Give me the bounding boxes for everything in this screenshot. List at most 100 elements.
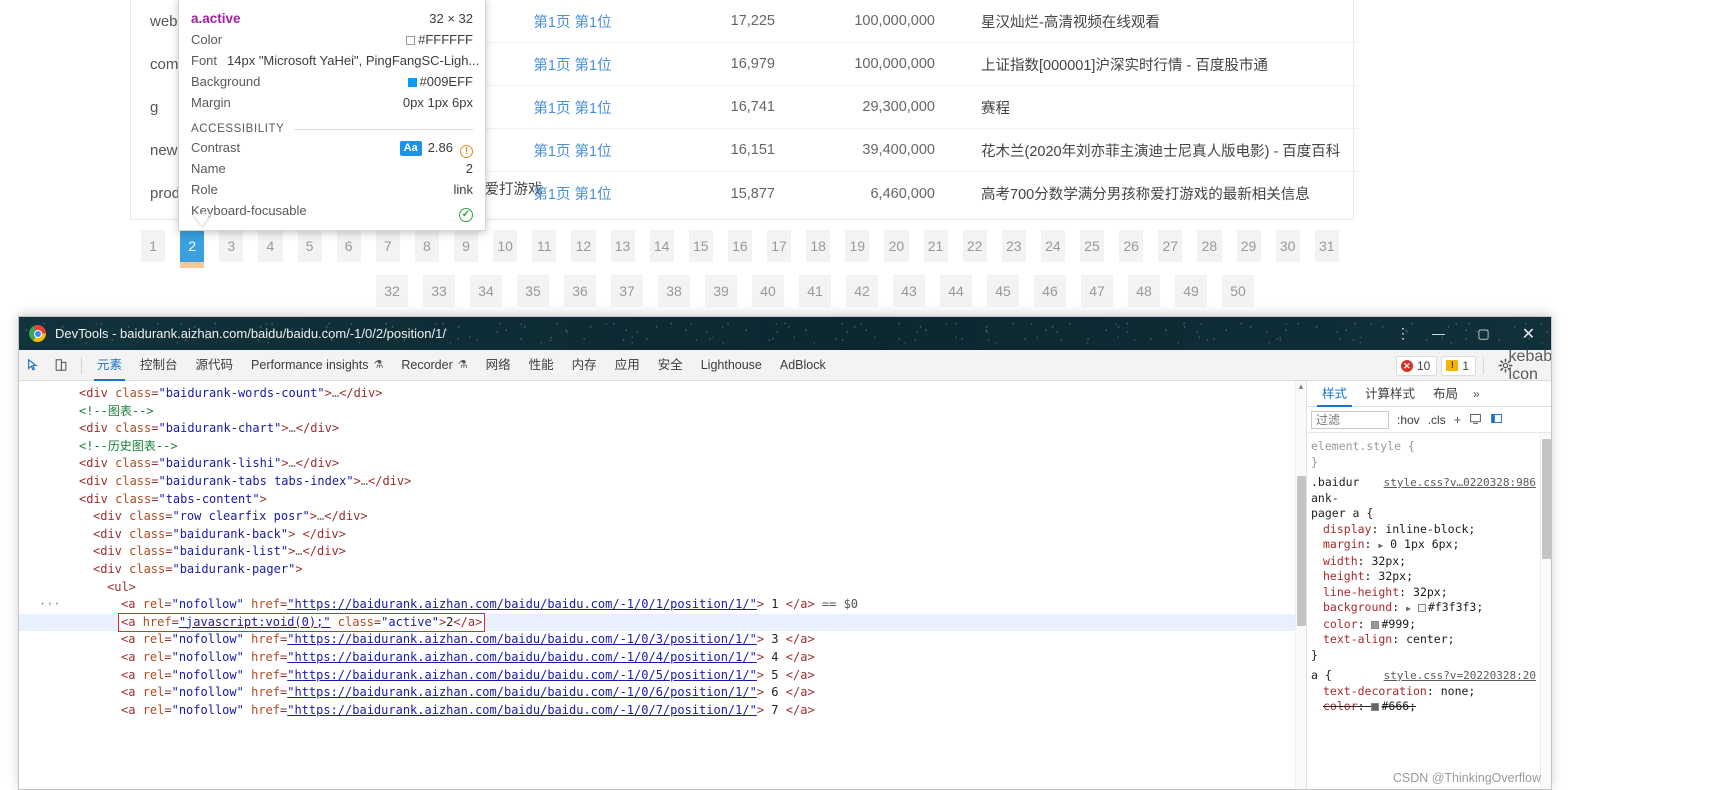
tab-layout[interactable]: 布局	[1424, 381, 1467, 407]
tab-security[interactable]: 安全	[649, 350, 692, 381]
pagination-page-42[interactable]: 42	[846, 275, 878, 307]
pagination-page-10[interactable]: 10	[493, 230, 518, 262]
dom-node[interactable]: ▶<div class="baidurank-tabs tabs-index">…	[19, 473, 1306, 491]
pagination-page-21[interactable]: 21	[923, 230, 948, 262]
pagination-page-36[interactable]: 36	[564, 275, 596, 307]
tab-console[interactable]: 控制台	[131, 350, 187, 381]
pagination-page-33[interactable]: 33	[423, 275, 455, 307]
pagination-page-13[interactable]: 13	[610, 230, 635, 262]
tab-memory[interactable]: 内存	[563, 350, 606, 381]
new-style-rule-icon[interactable]: +	[1454, 412, 1462, 427]
tab-recorder[interactable]: Recorder ⚗	[392, 350, 476, 381]
element-style-rule[interactable]: element.style { }	[1311, 437, 1540, 473]
style-rule-anchor[interactable]: style.css?v=20220328:20 a { text-decorat…	[1311, 666, 1540, 718]
cell-position[interactable]: 第1页 第1位	[480, 54, 665, 75]
css-property[interactable]: text-align: center;	[1311, 632, 1540, 648]
pagination-page-9[interactable]: 9	[454, 230, 479, 262]
devtools-title-bar[interactable]: DevTools - baidurank.aizhan.com/baidu/ba…	[19, 317, 1551, 350]
css-property[interactable]: background: ▶ #f3f3f3;	[1311, 600, 1540, 617]
css-property[interactable]: text-decoration: none;	[1311, 684, 1540, 700]
pagination-page-4[interactable]: 4	[258, 230, 283, 262]
pagination-page-17[interactable]: 17	[767, 230, 792, 262]
pagination-page-25[interactable]: 25	[1080, 230, 1105, 262]
style-source-link[interactable]: style.css?v…0220328:986	[1384, 475, 1536, 491]
dom-node-selected[interactable]: <a href="javascript:void(0);" class="act…	[19, 612, 1306, 633]
tab-elements[interactable]: 元素	[88, 350, 131, 381]
pagination-page-16[interactable]: 16	[727, 230, 752, 262]
scroll-thumb[interactable]	[1297, 476, 1306, 626]
tab-performance-insights[interactable]: Performance insights ⚗	[242, 350, 392, 381]
pagination-page-5[interactable]: 5	[297, 230, 322, 262]
pagination-page-35[interactable]: 35	[517, 275, 549, 307]
dom-node[interactable]: ▶<div class="baidurank-lishi">…</div>	[19, 455, 1306, 473]
style-rule-pager-anchor[interactable]: style.css?v…0220328:986 .baidur ank- pag…	[1311, 473, 1540, 666]
tab-lighthouse[interactable]: Lighthouse	[692, 350, 771, 381]
css-property[interactable]: height: 32px;	[1311, 569, 1540, 585]
pagination-page-27[interactable]: 27	[1158, 230, 1183, 262]
pagination-page-47[interactable]: 47	[1081, 275, 1113, 307]
pagination-page-19[interactable]: 19	[845, 230, 870, 262]
css-property[interactable]: width: 32px;	[1311, 554, 1540, 570]
cell-position[interactable]: 第1页 第1位	[480, 11, 665, 32]
pagination-page-14[interactable]: 14	[649, 230, 674, 262]
error-count-badge[interactable]: ✕ 10	[1395, 355, 1438, 376]
dom-node[interactable]: <!--历史图表-->	[19, 438, 1306, 456]
pagination-page-37[interactable]: 37	[611, 275, 643, 307]
pagination-page-48[interactable]: 48	[1128, 275, 1160, 307]
device-toolbar-icon[interactable]	[47, 350, 75, 381]
pagination-page-15[interactable]: 15	[688, 230, 713, 262]
scroll-thumb[interactable]	[1542, 439, 1551, 559]
class-toggle[interactable]: .cls	[1428, 413, 1446, 427]
cell-position[interactable]: 第1页 第1位	[480, 97, 665, 118]
hover-state-toggle[interactable]: :hov	[1397, 413, 1420, 427]
pagination-page-28[interactable]: 28	[1197, 230, 1222, 262]
window-kebab-icon[interactable]: ⋮	[1390, 317, 1416, 350]
pagination-page-50[interactable]: 50	[1222, 275, 1254, 307]
dom-scrollbar[interactable]: ▲	[1295, 381, 1306, 789]
dom-node[interactable]: <a rel="nofollow" href="https://baiduran…	[19, 649, 1306, 667]
dom-node[interactable]: ▼<div class="tabs-content">	[19, 491, 1306, 509]
pagination-page-44[interactable]: 44	[940, 275, 972, 307]
expand-triangle-icon[interactable]: ▶	[1378, 541, 1383, 550]
tab-adblock[interactable]: AdBlock	[771, 350, 835, 381]
styles-scrollbar[interactable]	[1540, 433, 1551, 789]
dom-node[interactable]: ▼<ul>	[19, 579, 1306, 597]
pagination-page-41[interactable]: 41	[799, 275, 831, 307]
pagination-page-32[interactable]: 32	[376, 275, 408, 307]
dom-node[interactable]: ▼<div class="baidurank-pager">	[19, 561, 1306, 579]
close-button[interactable]: ✕	[1506, 317, 1551, 350]
pagination-page-38[interactable]: 38	[658, 275, 690, 307]
scroll-up-icon[interactable]: ▲	[1296, 381, 1306, 392]
pagination-page-34[interactable]: 34	[470, 275, 502, 307]
tab-application[interactable]: 应用	[606, 350, 649, 381]
css-property[interactable]: display: inline-block;	[1311, 522, 1540, 538]
pagination-page-18[interactable]: 18	[806, 230, 831, 262]
pagination-page-26[interactable]: 26	[1119, 230, 1144, 262]
pagination-page-23[interactable]: 23	[1001, 230, 1026, 262]
dom-node[interactable]: <a rel="nofollow" href="https://baiduran…	[19, 684, 1306, 702]
dom-node[interactable]: <!--图表-->	[19, 403, 1306, 421]
inspect-element-icon[interactable]	[19, 350, 47, 381]
cell-position[interactable]: 第1页 第1位	[480, 140, 665, 161]
minimize-button[interactable]: —	[1416, 317, 1461, 350]
pagination-page-49[interactable]: 49	[1175, 275, 1207, 307]
pagination-page-45[interactable]: 45	[987, 275, 1019, 307]
pagination-page-12[interactable]: 12	[571, 230, 596, 262]
pagination-page-11[interactable]: 11	[532, 230, 557, 262]
pagination-page-3[interactable]: 3	[219, 230, 244, 262]
color-swatch-icon[interactable]	[1417, 604, 1426, 612]
kebab-menu-icon[interactable]: kebab-icon	[1509, 348, 1551, 383]
pagination-page-20[interactable]: 20	[884, 230, 909, 262]
dom-node[interactable]: ▶<div class="baidurank-list">…</div>	[19, 543, 1306, 561]
dom-node[interactable]: ▶<div class="baidurank-words-count">…</d…	[19, 385, 1306, 403]
cell-position[interactable]: 第1页 第1位	[480, 183, 665, 204]
pagination-page-30[interactable]: 30	[1275, 230, 1300, 262]
style-source-link[interactable]: style.css?v=20220328:20	[1384, 668, 1536, 684]
expand-triangle-icon[interactable]: ▶	[1406, 604, 1411, 613]
maximize-button[interactable]: ▢	[1461, 317, 1506, 350]
filter-input[interactable]: 过滤	[1311, 410, 1389, 429]
css-property[interactable]: margin: ▶ 0 1px 6px;	[1311, 537, 1540, 554]
dom-node[interactable]: <div class="baidurank-back"> </div>	[19, 526, 1306, 544]
pagination-page-8[interactable]: 8	[414, 230, 439, 262]
pagination-page-6[interactable]: 6	[336, 230, 361, 262]
